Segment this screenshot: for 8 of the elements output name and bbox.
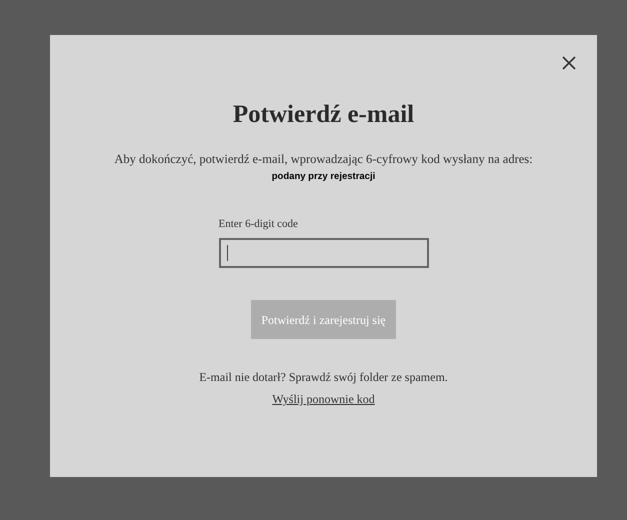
field-label: Enter 6-digit code [218,219,299,230]
spam-hint: E-mail nie dotarł? Sprawdź swój folder ze spamem. [199,371,448,383]
email-address: podany przy rejestracji [272,172,376,181]
dialog-title: Potwierdź e-mail [232,102,414,127]
resend-code-link[interactable]: Wyślij ponownie kod [272,393,375,405]
close-icon[interactable] [561,55,577,71]
code-input-field[interactable] [218,238,428,268]
dialog-message: Aby dokończyć, potwierdź e-mail, wprowadzając 6-cyfrowy kod wysłany na adres: [114,153,533,166]
